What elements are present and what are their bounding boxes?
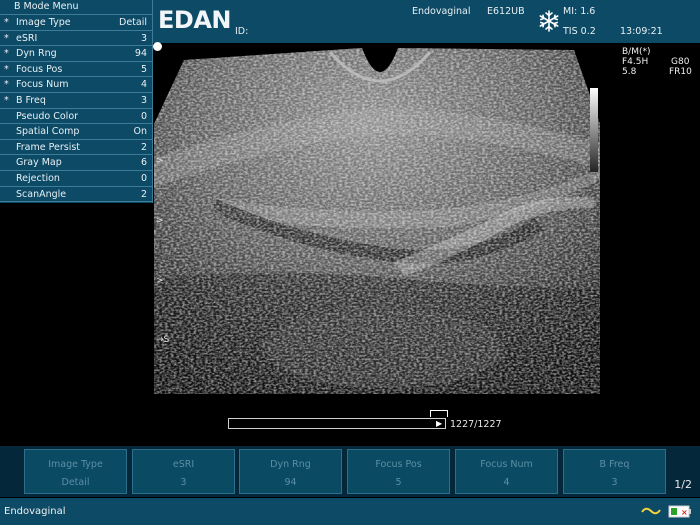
cine-progress-bar[interactable]	[228, 418, 446, 429]
grayscale-bar	[590, 88, 598, 172]
menu-item-value: 94	[134, 48, 147, 60]
soft-key[interactable]: Dyn Rng 94	[239, 449, 342, 494]
cine-frame-counter: 1227/1227	[450, 419, 502, 430]
focus-marker: >	[156, 156, 164, 166]
snowflake-icon[interactable]	[538, 10, 560, 32]
menu-item[interactable]: Spatial Comp On	[0, 124, 152, 140]
focus-marker: >	[156, 276, 164, 286]
menu-item-label: Focus Pos	[16, 63, 63, 75]
menu-item-value: 5	[140, 63, 147, 75]
wave-icon	[641, 507, 661, 515]
soft-key[interactable]: B Freq 3	[563, 449, 666, 494]
menu-item-label: Gray Map	[16, 157, 62, 169]
menu-item[interactable]: * Dyn Rng 94	[0, 46, 152, 62]
menu-item-label: B Freq	[16, 94, 46, 106]
menu-item-star: *	[4, 48, 9, 60]
top-bar: EDAN ID: Endovaginal E612UB MI: 1.6 TIS …	[153, 0, 700, 43]
menu-item-value: 0	[140, 172, 147, 184]
b-mode-menu: B Mode Menu * Image Type Detail * eSRI 3 * Dyn …	[0, 0, 153, 203]
ultrasound-image[interactable]	[154, 48, 600, 394]
menu-item-value: On	[133, 126, 148, 138]
menu-item-value: 6	[140, 157, 147, 169]
page-indicator[interactable]: 1/2	[674, 478, 692, 491]
menu-item[interactable]: Rejection 0	[0, 171, 152, 187]
soft-key-label: Image Type	[48, 459, 103, 470]
menu-item-value: 3	[140, 32, 147, 44]
soft-key-value: 3	[611, 477, 618, 488]
status-bar: Endovaginal ×	[0, 498, 700, 525]
menu-item-star: *	[4, 63, 9, 75]
soft-key[interactable]: eSRI 3	[132, 449, 235, 494]
soft-key-label: B Freq	[599, 459, 630, 470]
soft-key-value: 94	[284, 477, 297, 488]
svg-text:×: ×	[681, 508, 688, 517]
soft-key-label: Dyn Rng	[270, 459, 311, 470]
thermal-index: TIS 0.2	[563, 26, 596, 37]
menu-item-star: *	[4, 32, 9, 44]
edan-logo: EDAN	[158, 6, 231, 34]
menu-item-value: Detail	[119, 17, 147, 28]
menu-item[interactable]: * B Freq 3	[0, 93, 152, 109]
soft-key-label: eSRI	[172, 459, 195, 470]
soft-key[interactable]: Focus Pos 5	[347, 449, 450, 494]
menu-item-value: 4	[140, 79, 147, 91]
probe-name: E612UB	[487, 6, 525, 17]
menu-item-value: 3	[140, 94, 147, 106]
menu-item-label: Spatial Comp	[16, 126, 80, 138]
menu-item[interactable]: Frame Persist 2	[0, 140, 152, 156]
mechanical-index: MI: 1.6	[563, 6, 596, 17]
focus-marker: >	[156, 216, 164, 226]
menu-item[interactable]: ScanAngle 2	[0, 187, 152, 203]
soft-key-value: 4	[503, 477, 510, 488]
cine-handle-icon[interactable]: ▶	[436, 419, 446, 429]
clock: 13:09:21	[620, 26, 663, 37]
menu-item-value: 2	[140, 188, 147, 200]
menu-item-label: ScanAngle	[16, 188, 67, 200]
cine-bracket	[430, 410, 448, 417]
soft-key-value: 5	[395, 477, 402, 488]
menu-item-value: 0	[140, 110, 147, 122]
menu-item[interactable]: * Focus Pos 5	[0, 62, 152, 78]
menu-item-label: Focus Num	[16, 79, 69, 91]
menu-item-label: Dyn Rng	[16, 48, 57, 60]
patient-id-label: ID:	[235, 26, 249, 37]
status-text: Endovaginal	[4, 506, 66, 517]
menu-item-value: 2	[140, 141, 147, 153]
soft-key-value: 3	[180, 477, 187, 488]
frequency-value: F4.5H	[622, 57, 649, 67]
menu-item-label: Pseudo Color	[16, 110, 79, 122]
menu-item[interactable]: * Image Type Detail	[0, 15, 152, 31]
mode-indicator: B/M(*)	[622, 47, 651, 57]
soft-key-bar: Image Type Detail eSRI 3 Dyn Rng 94 Focus Pos 5…	[0, 446, 700, 497]
menu-item-label: Frame Persist	[16, 141, 81, 153]
soft-key[interactable]: Image Type Detail	[24, 449, 127, 494]
menu-item-star: *	[4, 94, 9, 106]
probe-mode: Endovaginal	[412, 6, 471, 17]
soft-key-value: Detail	[61, 477, 90, 488]
frame-rate-value: FR10	[669, 67, 692, 77]
depth-value: 5.8	[622, 67, 637, 77]
menu-item[interactable]: * Focus Num 4	[0, 77, 152, 93]
menu-item[interactable]: Gray Map 6	[0, 155, 152, 171]
menu-item-label: Rejection	[16, 172, 60, 184]
orientation-marker	[153, 42, 162, 51]
soft-key[interactable]: Focus Num 4	[455, 449, 558, 494]
menu-item-label: Image Type	[16, 17, 71, 28]
menu-item-star: *	[4, 17, 9, 28]
menu-item-label: eSRI	[16, 32, 38, 44]
menu-item-star: *	[4, 79, 9, 91]
soft-key-label: Focus Pos	[375, 459, 422, 470]
battery-icon: ×	[668, 505, 691, 518]
gain-value: G80	[671, 57, 690, 67]
menu-title: B Mode Menu	[0, 0, 152, 15]
soft-key-label: Focus Num	[480, 459, 533, 470]
menu-item[interactable]: Pseudo Color 0	[0, 109, 152, 125]
focus-marker: →S	[156, 335, 170, 345]
menu-item[interactable]: * eSRI 3	[0, 31, 152, 47]
